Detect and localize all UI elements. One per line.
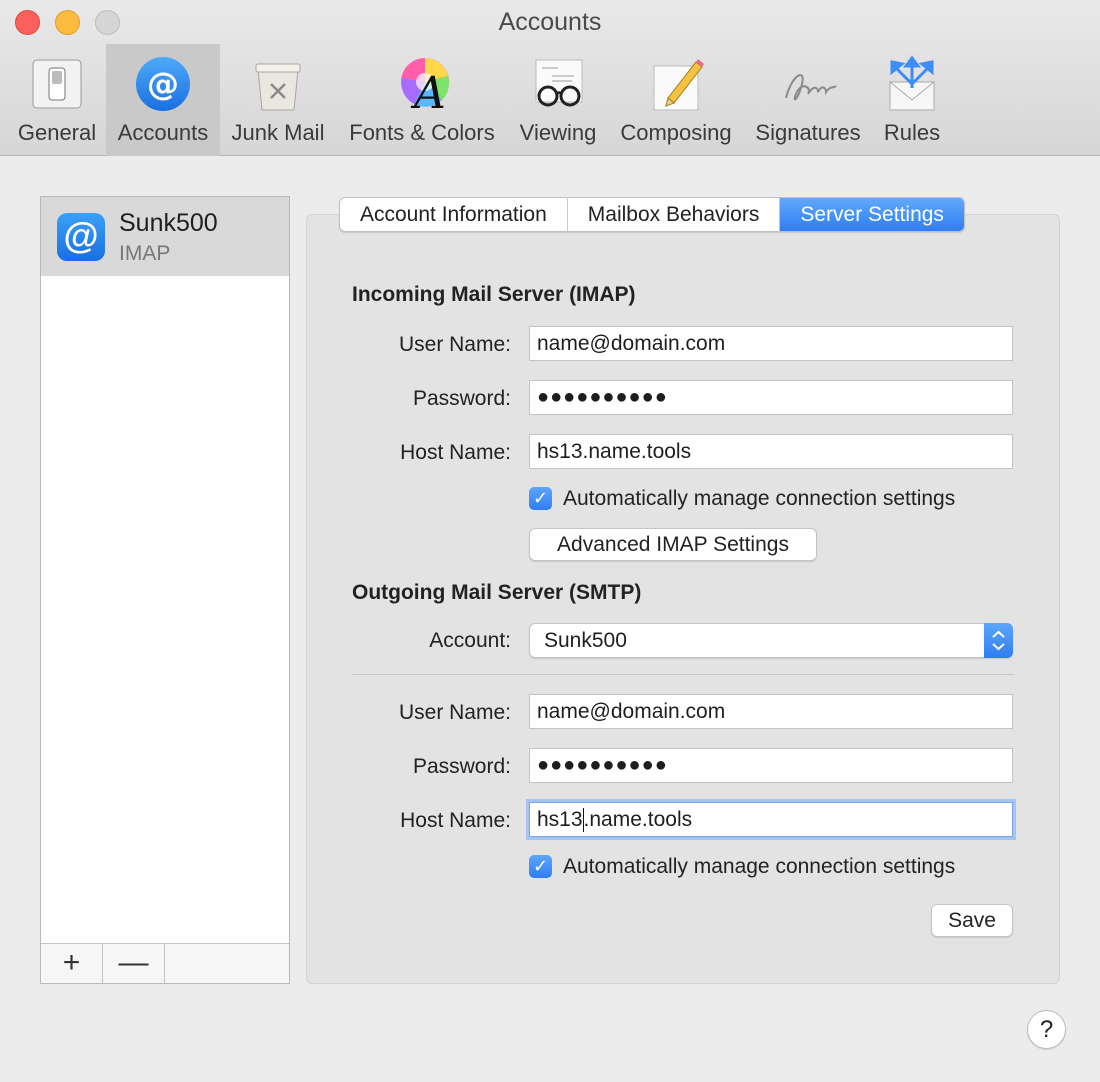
toolbar-composing[interactable]: Composing — [612, 44, 740, 156]
color-wheel-icon: A — [401, 58, 450, 114]
chevron-updown-icon — [984, 623, 1013, 658]
save-button[interactable]: Save — [931, 904, 1013, 937]
toolbar-signatures-label: Signatures — [755, 120, 861, 145]
outgoing-auto-manage-label: Automatically manage connection settings — [563, 855, 956, 878]
toolbar-fonts-colors[interactable]: A Fonts & Colors — [338, 44, 506, 156]
advanced-imap-settings-button[interactable]: Advanced IMAP Settings — [529, 528, 817, 561]
host-text-after-caret: .name.tools — [583, 808, 693, 831]
toolbar-accounts[interactable]: @ Accounts — [106, 44, 220, 156]
preferences-window: Accounts General @ Accounts Junk Mail A … — [0, 0, 1100, 1082]
incoming-auto-manage-label: Automatically manage connection settings — [563, 487, 956, 510]
titlebar: Accounts General @ Accounts Junk Mail A … — [0, 0, 1100, 156]
toolbar-rules-label: Rules — [883, 120, 941, 145]
toolbar-signatures[interactable]: Signatures — [746, 44, 870, 156]
account-list-footer: + — — [41, 943, 289, 983]
trash-can-icon — [255, 63, 301, 111]
glasses-icon — [535, 59, 583, 107]
account-list: @ Sunk500 IMAP + — — [40, 196, 290, 984]
incoming-user-label: User Name: — [398, 333, 511, 356]
toolbar-junk-mail-label: Junk Mail — [231, 120, 325, 145]
toolbar-rules[interactable]: Rules — [874, 44, 950, 156]
tab-bar: Account Information Mailbox Behaviors Se… — [339, 197, 965, 232]
host-text-before-caret: hs13 — [537, 808, 583, 831]
incoming-host-field[interactable]: hs13.name.tools — [529, 434, 1013, 469]
pencil-paper-icon — [653, 59, 704, 111]
outgoing-host-field[interactable]: hs13.name.tools — [529, 802, 1013, 837]
incoming-password-field[interactable]: ●●●●●●●●●● — [529, 380, 1013, 415]
incoming-password-label: Password: — [412, 387, 511, 410]
outgoing-auto-manage-checkbox[interactable]: ✓ — [529, 855, 552, 878]
toolbar-general-label: General — [17, 120, 97, 145]
incoming-auto-manage-checkbox[interactable]: ✓ — [529, 487, 552, 510]
account-type: IMAP — [119, 242, 171, 265]
at-sign-icon: @ — [136, 57, 190, 111]
add-account-button[interactable]: + — [41, 944, 103, 983]
envelope-arrows-icon — [889, 55, 935, 111]
toolbar-fonts-colors-label: Fonts & Colors — [349, 120, 495, 145]
smtp-account-select[interactable]: Sunk500 — [529, 623, 1013, 658]
help-button[interactable]: ? — [1027, 1010, 1066, 1049]
account-list-item[interactable]: @ Sunk500 IMAP — [41, 197, 289, 276]
outgoing-host-label: Host Name: — [400, 809, 511, 832]
outgoing-section-title: Outgoing Mail Server (SMTP) — [352, 581, 642, 604]
smtp-account-value: Sunk500 — [544, 629, 627, 652]
section-divider — [352, 674, 1014, 675]
at-sign-icon: @ — [57, 213, 105, 261]
incoming-username-field[interactable]: name@domain.com — [529, 326, 1013, 361]
toolbar-composing-label: Composing — [620, 120, 732, 145]
toolbar-viewing[interactable]: Viewing — [510, 44, 606, 156]
outgoing-password-label: Password: — [412, 755, 511, 778]
incoming-host-label: Host Name: — [400, 441, 511, 464]
tab-mailbox-behaviors[interactable]: Mailbox Behaviors — [568, 198, 781, 231]
toolbar-accounts-label: Accounts — [117, 120, 209, 145]
window-title: Accounts — [498, 8, 602, 36]
switch-icon — [32, 59, 82, 109]
outgoing-password-field[interactable]: ●●●●●●●●●● — [529, 748, 1013, 783]
outgoing-username-field[interactable]: name@domain.com — [529, 694, 1013, 729]
incoming-section-title: Incoming Mail Server (IMAP) — [352, 283, 636, 306]
svg-text:@: @ — [147, 65, 179, 103]
outgoing-user-label: User Name: — [398, 701, 511, 724]
tab-server-settings[interactable]: Server Settings — [780, 198, 964, 231]
outgoing-account-label: Account: — [429, 629, 511, 652]
signature-icon — [785, 74, 837, 101]
svg-text:A: A — [410, 68, 446, 114]
account-name: Sunk500 — [119, 209, 218, 237]
remove-account-button[interactable]: — — [103, 944, 165, 983]
tab-account-information[interactable]: Account Information — [340, 198, 568, 231]
toolbar-general[interactable]: General — [8, 44, 106, 156]
toolbar-junk-mail[interactable]: Junk Mail — [222, 44, 334, 156]
toolbar-viewing-label: Viewing — [519, 120, 597, 145]
